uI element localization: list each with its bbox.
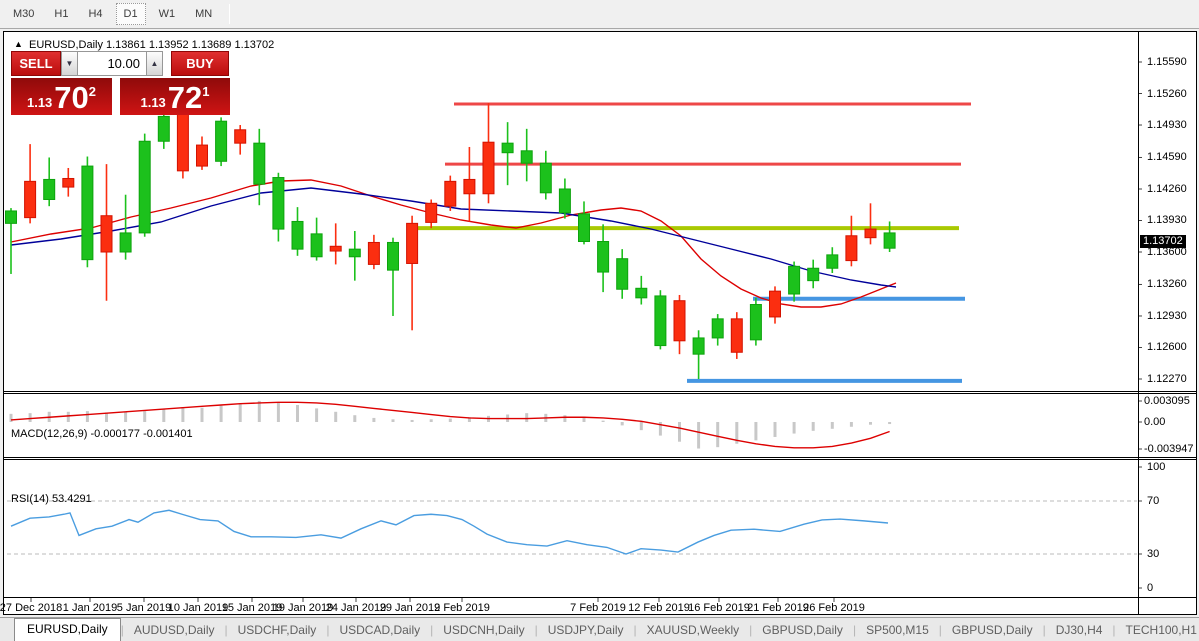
- sell-price-main: 70: [54, 83, 88, 113]
- symbol-tab-xauusd[interactable]: XAUUSD,Weekly: [637, 620, 749, 641]
- volume-increase-button[interactable]: ▲: [146, 51, 163, 76]
- buy-button[interactable]: BUY: [171, 51, 229, 76]
- sell-price-prefix: 1.13: [27, 95, 52, 110]
- timeframe-tab-h1[interactable]: H1: [47, 4, 75, 24]
- symbol-tab-sp500[interactable]: SP500,M15: [856, 620, 939, 641]
- sell-price-pip: 2: [89, 84, 96, 99]
- rsi-date-separator: [4, 597, 1196, 598]
- symbol-tab-eurusd[interactable]: EURUSD,Daily: [14, 618, 121, 641]
- buy-price-prefix: 1.13: [140, 95, 165, 110]
- symbol-tab-gbpusd[interactable]: GBPUSD,Daily: [942, 620, 1043, 641]
- volume-input[interactable]: [78, 51, 146, 76]
- chart-title-arrow-icon: ▲: [14, 39, 23, 49]
- chart-window: ▲ EURUSD,Daily 1.13861 1.13952 1.13689 1…: [3, 31, 1197, 615]
- sell-price-quote[interactable]: 1.13 70 2: [11, 78, 112, 115]
- symbol-tab-bar: EURUSD,Daily|AUDUSD,Daily|USDCHF,Daily|U…: [0, 617, 1199, 641]
- symbol-tab-usdchf[interactable]: USDCHF,Daily: [228, 620, 327, 641]
- main-macd-separator[interactable]: [4, 391, 1196, 394]
- timeframe-tab-d1[interactable]: D1: [116, 3, 146, 25]
- toolbar-divider: [229, 4, 230, 24]
- sell-button[interactable]: SELL: [11, 51, 61, 76]
- trading-app-window: M30 H1 H4 D1 W1MN ▲ EURUSD,Daily 1.13861 1.1…: [0, 0, 1199, 641]
- symbol-tab-tech100[interactable]: TECH100,H1: [1116, 620, 1199, 641]
- timeframe-tab-mn[interactable]: MN: [188, 4, 219, 24]
- timeframe-tab-h4[interactable]: H4: [81, 4, 109, 24]
- symbol-tab-dj30[interactable]: DJ30,H4: [1046, 620, 1113, 641]
- symbol-tab-usdcnh[interactable]: USDCNH,Daily: [433, 620, 534, 641]
- one-click-trade-panel: SELL ▼ ▲ BUY 1.13 70 2 1.13 72 1: [11, 51, 232, 115]
- symbol-tab-gbpusd[interactable]: GBPUSD,Daily: [752, 620, 853, 641]
- price-axis-separator: [1138, 32, 1139, 615]
- macd-rsi-separator[interactable]: [4, 457, 1196, 460]
- timeframe-tab-m30[interactable]: M30: [6, 4, 41, 24]
- rsi-indicator-label: RSI(14) 53.4291: [11, 493, 92, 505]
- symbol-tab-usdjpy[interactable]: USDJPY,Daily: [538, 620, 634, 641]
- volume-decrease-button[interactable]: ▼: [61, 51, 78, 76]
- macd-indicator-label: MACD(12,26,9) -0.000177 -0.001401: [11, 428, 193, 440]
- buy-price-quote[interactable]: 1.13 72 1: [120, 78, 230, 115]
- timeframe-toolbar: M30 H1 H4 D1 W1MN: [0, 0, 1199, 29]
- buy-price-pip: 1: [202, 84, 209, 99]
- timeframe-tab-w1[interactable]: W1: [152, 4, 183, 24]
- symbol-tab-audusd[interactable]: AUDUSD,Daily: [124, 620, 225, 641]
- current-price-tag: 1.13702: [1140, 235, 1186, 248]
- candlestick-chart[interactable]: [4, 32, 1196, 615]
- symbol-tab-usdcad[interactable]: USDCAD,Daily: [329, 620, 430, 641]
- chart-title: EURUSD,Daily 1.13861 1.13952 1.13689 1.1…: [29, 39, 274, 51]
- buy-price-main: 72: [168, 83, 202, 113]
